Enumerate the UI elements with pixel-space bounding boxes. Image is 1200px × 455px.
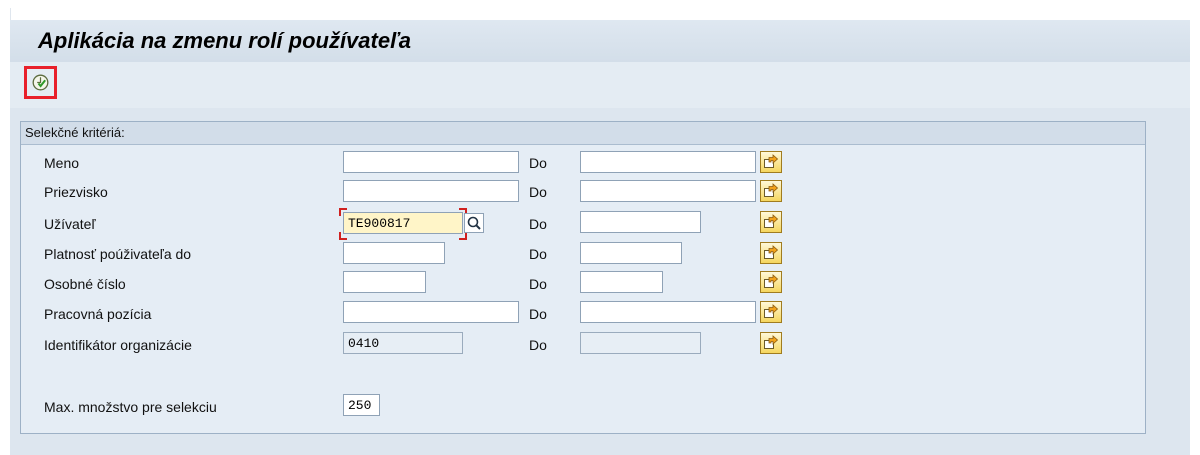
osobne-cislo-from-input[interactable]	[343, 271, 426, 293]
max-selection-input[interactable]: 250	[343, 394, 380, 416]
pracovna-pozicia-to-input[interactable]	[580, 301, 756, 323]
execute-button[interactable]	[24, 66, 57, 99]
org-id-from-field: 0410	[343, 332, 463, 354]
value-help-button[interactable]	[464, 213, 484, 233]
uzivatel-to-input[interactable]	[580, 211, 701, 233]
pracovna-pozicia-from-input[interactable]	[343, 301, 519, 323]
multiple-selection-button[interactable]	[760, 211, 782, 233]
multiple-selection-arrow-icon	[764, 214, 779, 228]
priezvisko-from-input[interactable]	[343, 180, 519, 202]
multiple-selection-arrow-icon	[764, 183, 779, 197]
label-priezvisko: Priezvisko	[44, 184, 108, 200]
osobne-cislo-to-input[interactable]	[580, 271, 663, 293]
multiple-selection-button[interactable]	[760, 271, 782, 293]
multiple-selection-arrow-icon	[764, 154, 779, 168]
execute-clock-check-icon	[32, 74, 49, 91]
range-to-label: Do	[529, 276, 547, 292]
range-to-label: Do	[529, 155, 547, 171]
page-title: Aplikácia na zmenu rolí používateľa	[38, 28, 412, 53]
focus-corner	[339, 208, 347, 216]
label-platnost: Platnosť poúživateľa do	[44, 246, 192, 262]
label-osobne-cislo: Osobné číslo	[44, 276, 126, 292]
label-pracovna-pozicia: Pracovná pozícia	[44, 306, 152, 322]
range-to-label: Do	[529, 246, 547, 262]
multiple-selection-button[interactable]	[760, 301, 782, 323]
range-to-label: Do	[529, 184, 547, 200]
label-uzivatel: Užívateľ	[44, 216, 96, 232]
multiple-selection-button[interactable]	[760, 180, 782, 202]
platnost-to-input[interactable]	[580, 242, 682, 264]
title-bar: Aplikácia na zmenu rolí používateľa	[10, 20, 1190, 63]
priezvisko-to-input[interactable]	[580, 180, 756, 202]
group-title: Selekčné kritériá:	[25, 125, 125, 140]
search-icon	[467, 216, 481, 230]
multiple-selection-arrow-icon	[764, 245, 779, 259]
platnost-from-input[interactable]	[343, 242, 445, 264]
multiple-selection-button[interactable]	[760, 332, 782, 354]
application-toolbar	[10, 62, 1190, 108]
multiple-selection-arrow-icon	[764, 304, 779, 318]
multiple-selection-button[interactable]	[760, 151, 782, 173]
multiple-selection-arrow-icon	[764, 274, 779, 288]
label-max-selection: Max. množstvo pre selekciu	[44, 399, 217, 415]
multiple-selection-button[interactable]	[760, 242, 782, 264]
meno-from-input[interactable]	[343, 151, 519, 173]
uzivatel-from-input[interactable]: TE900817	[343, 212, 463, 234]
meno-to-input[interactable]	[580, 151, 756, 173]
focus-corner	[339, 232, 347, 240]
range-to-label: Do	[529, 337, 547, 353]
group-header: Selekčné kritériá:	[21, 122, 1145, 145]
range-to-label: Do	[529, 306, 547, 322]
label-meno: Meno	[44, 155, 80, 171]
org-id-to-field	[580, 332, 701, 354]
label-identifikator-organizacie: Identifikátor organizácie	[44, 337, 192, 353]
range-to-label: Do	[529, 216, 547, 232]
multiple-selection-arrow-icon	[764, 335, 779, 349]
